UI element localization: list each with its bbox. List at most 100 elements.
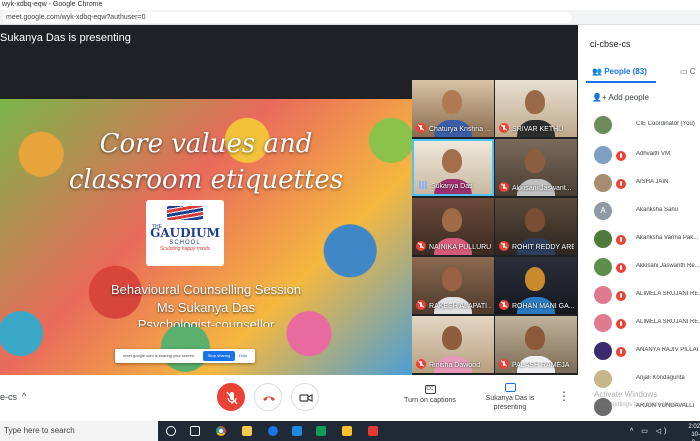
- tile-name: Chaturya Krishna ...: [429, 126, 491, 133]
- clock-date: 10-0...: [691, 432, 700, 441]
- avatar: [594, 116, 612, 134]
- participant-tile-active-speaker[interactable]: Sukanya Das: [412, 139, 494, 196]
- avatar: [594, 342, 612, 360]
- captions-label: Turn on captions: [404, 397, 456, 404]
- logo-the: THE: [152, 224, 162, 230]
- speaking-indicator-icon: [419, 181, 427, 189]
- leave-call-button[interactable]: [254, 383, 282, 411]
- people-icon: 👥: [592, 67, 605, 76]
- participant-name: ALIMELA SRUJANI RE...: [636, 291, 700, 297]
- more-options-icon[interactable]: ⋮: [558, 389, 570, 403]
- mic-off-icon: [499, 359, 509, 369]
- mic-off-icon: [416, 123, 426, 133]
- tile-name: ROHAN MANI GA...: [512, 303, 574, 310]
- presentation-button[interactable]: Sukanya Das is presenting: [482, 383, 538, 412]
- tile-name: PALASH RAMEJA: [512, 362, 570, 369]
- participant-tile[interactable]: SRIVAR KETHU: [495, 80, 577, 137]
- add-people-label: Add people: [608, 93, 649, 102]
- tab-people[interactable]: 👥 People (83): [592, 67, 647, 76]
- mic-off-icon: [616, 291, 626, 301]
- taskbar-search-input[interactable]: Type here to search: [0, 421, 158, 441]
- mic-off-icon: [499, 241, 509, 251]
- cortana-icon[interactable]: [166, 426, 176, 436]
- media-app-icon[interactable]: [368, 426, 378, 436]
- participant-tile[interactable]: Rinisha Dawood: [412, 316, 494, 373]
- chrome-icon[interactable]: [216, 426, 226, 436]
- mic-off-icon: [416, 241, 426, 251]
- add-people-button[interactable]: 👤+ Add people: [592, 93, 649, 102]
- presenting-label-line-1: Sukanya Das is: [485, 395, 535, 402]
- participant-tile[interactable]: NAINIKA PULLURU: [412, 198, 494, 255]
- edge-icon[interactable]: [268, 426, 278, 436]
- tile-name: SRIVAR KETHU: [512, 126, 564, 133]
- hang-up-icon: [263, 396, 275, 401]
- shared-slide: Core values and classroom etiquettes THE…: [0, 99, 412, 375]
- hide-button[interactable]: Hide: [239, 353, 247, 358]
- participant-name: Anjali Kondagunta: [636, 375, 685, 381]
- slide-subtitle-1: Behavioural Counselling Session: [110, 282, 302, 297]
- system-tray-icons[interactable]: ^ ▭ ◁): [630, 427, 670, 435]
- call-controls-bar: e-cs ^ CC Turn on captions Sukanya Das i…: [0, 375, 578, 421]
- screen: wyk-xdbq-eqw - Google Chrome meet.google…: [0, 0, 700, 441]
- participant-list-item[interactable]: Anjali Kondagunta: [578, 365, 700, 393]
- mic-off-icon: [499, 300, 509, 310]
- logo-tagline: Sculpting happy minds: [159, 246, 211, 252]
- add-person-icon: 👤+: [592, 93, 609, 102]
- file-explorer-icon[interactable]: [242, 426, 252, 436]
- participant-name: Adhvaith VM: [636, 151, 671, 157]
- avatar: A: [594, 202, 612, 220]
- task-view-icon[interactable]: [190, 426, 200, 436]
- meeting-code[interactable]: e-cs: [0, 392, 17, 402]
- participant-list-item[interactable]: Adhvaith VM: [578, 141, 700, 169]
- avatar: [594, 146, 612, 164]
- word-icon[interactable]: [292, 426, 302, 436]
- video-camera-icon: [299, 394, 313, 402]
- present-screen-icon: [504, 383, 516, 392]
- participant-list-item[interactable]: ALIMELA SRUJANI RE...: [578, 309, 700, 337]
- participant-list-item[interactable]: Akkisani Jaswanth Re...: [578, 253, 700, 281]
- participant-tile[interactable]: Chaturya Krishna ...: [412, 80, 494, 137]
- mic-off-icon: [616, 347, 626, 357]
- tile-name: Rinisha Dawood: [429, 362, 480, 369]
- participant-name: ANANYA RAJIV PILLAI: [636, 347, 699, 353]
- participant-name: AISHA JAIN: [636, 179, 669, 185]
- mic-off-icon: [416, 300, 426, 310]
- participant-name: Akkisani Jaswanth Re...: [636, 263, 700, 269]
- tab-chat[interactable]: ▭ C: [680, 67, 696, 76]
- microphone-toggle-button[interactable]: [217, 383, 245, 411]
- slide-title-line-1: Core values and: [99, 129, 313, 159]
- sticky-notes-icon[interactable]: [342, 426, 352, 436]
- captions-button[interactable]: CC Turn on captions: [396, 385, 464, 404]
- tab-chat-label: C: [689, 67, 696, 76]
- participant-tile[interactable]: Akkisani Jaswant...: [495, 139, 577, 196]
- slide-subtitle-2: Ms Sukanya Das: [156, 300, 256, 315]
- participant-tile[interactable]: ROHIT REDDY ARE: [495, 198, 577, 255]
- mic-off-icon: [499, 182, 509, 192]
- tab-people-label: People (83): [604, 67, 647, 76]
- screen-share-notice: meet.google.com is sharing your screen. …: [115, 349, 255, 363]
- taskbar-clock[interactable]: 2:02 10-0...: [684, 423, 700, 441]
- camera-toggle-button[interactable]: [291, 383, 319, 411]
- participant-list-item[interactable]: A Akanksha Sahu: [578, 197, 700, 225]
- tile-name: Akkisani Jaswant...: [512, 185, 572, 192]
- participant-list-item[interactable]: CIE Coordinator (You): [578, 111, 700, 139]
- participant-tile[interactable]: PALASH RAMEJA: [495, 316, 577, 373]
- stop-sharing-button[interactable]: Stop sharing: [203, 351, 235, 361]
- participant-list-item[interactable]: Akanksha Varma Pak...: [578, 225, 700, 253]
- chevron-up-icon[interactable]: ^: [22, 391, 26, 401]
- avatar: [594, 230, 612, 248]
- share-message: meet.google.com is sharing your screen.: [123, 353, 196, 358]
- participant-tile[interactable]: ROHAN MANI GA...: [495, 257, 577, 314]
- outlook-icon[interactable]: [316, 426, 326, 436]
- mic-off-icon: [226, 391, 238, 405]
- participant-list-item[interactable]: ANANYA RAJIV PILLAI: [578, 337, 700, 365]
- avatar: [594, 286, 612, 304]
- presenter-label: Sukanya Das is presenting: [0, 32, 131, 44]
- participant-list-item[interactable]: AISHA JAIN: [578, 169, 700, 197]
- tile-name: NAINIKA PULLURU: [429, 244, 491, 251]
- tile-name: RAKESH ALAPATI ...: [429, 303, 491, 310]
- participant-list-item[interactable]: ALIMELA SRUJANI RE...: [578, 281, 700, 309]
- participant-tile[interactable]: RAKESH ALAPATI ...: [412, 257, 494, 314]
- windows-taskbar: Type here to search ^ ▭ ◁) 2:02 10-0...: [0, 421, 700, 441]
- url-field[interactable]: meet.google.com/wyk-xdbq-eqw?authuser=0: [2, 12, 572, 23]
